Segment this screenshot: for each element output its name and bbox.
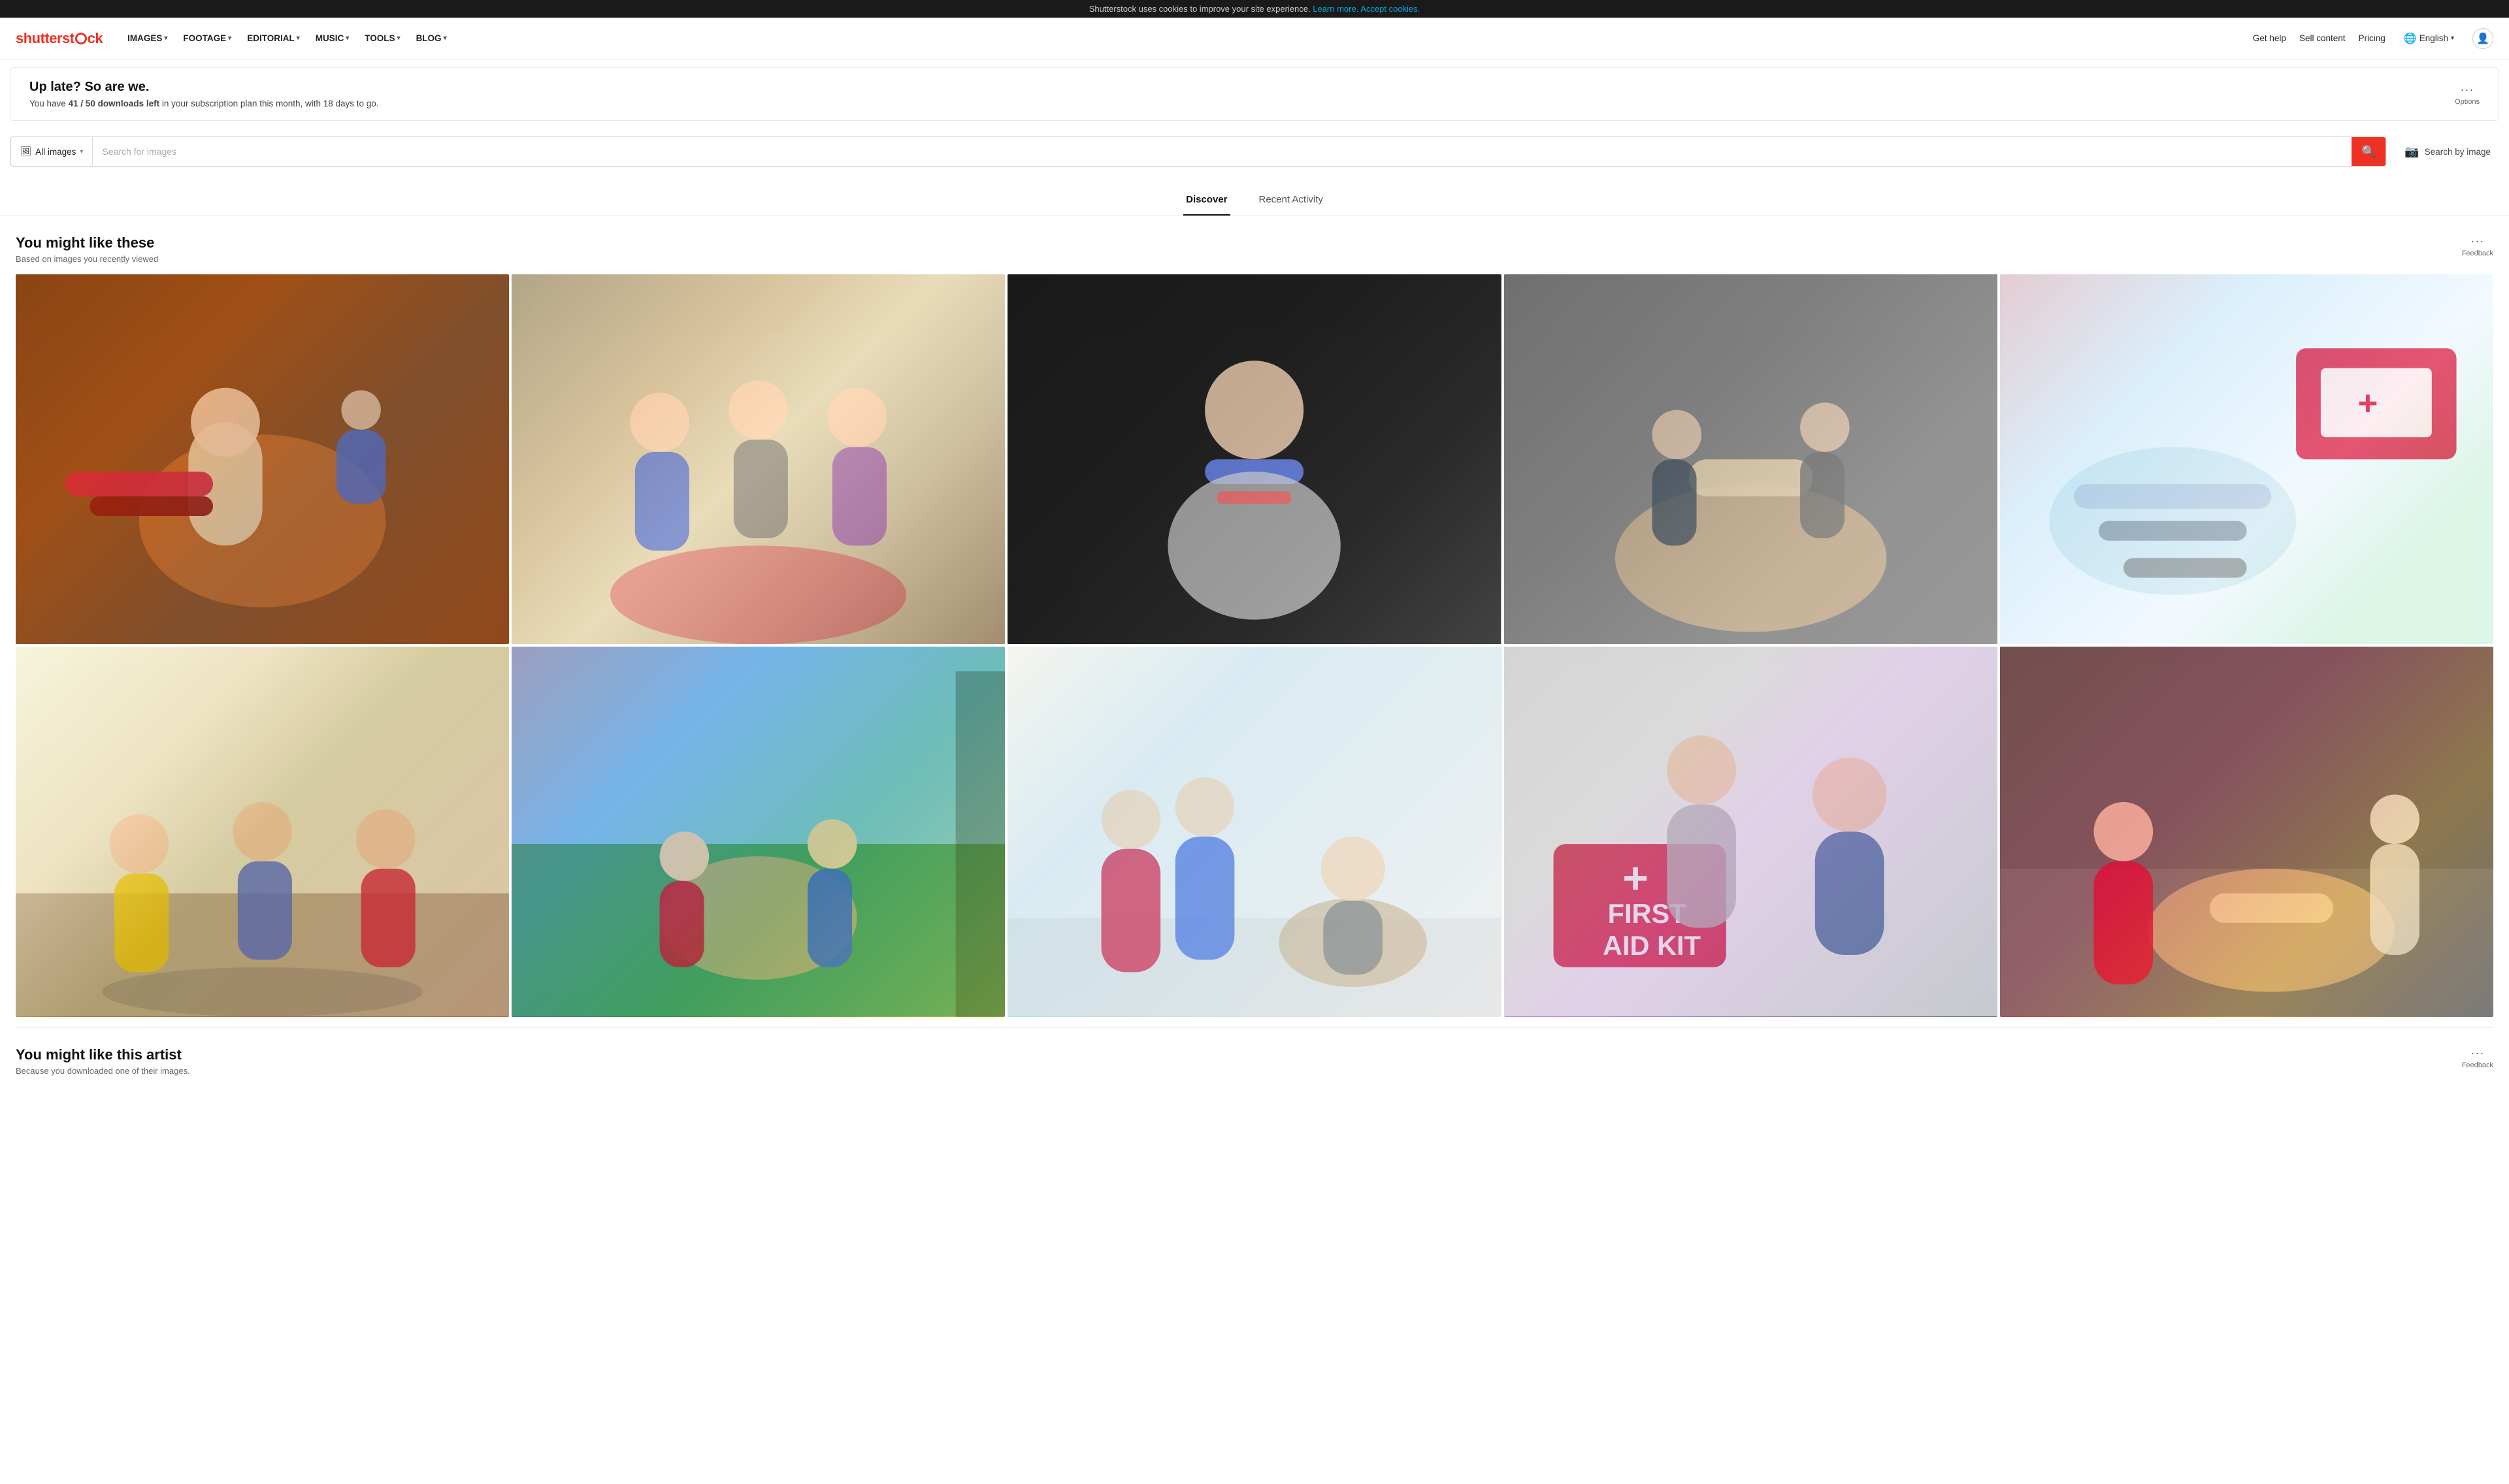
globe-icon: 🌐	[2404, 32, 2417, 45]
editorial-chevron-icon: ▾	[297, 35, 300, 42]
cookie-text: Shutterstock uses cookies to improve you…	[1089, 4, 1311, 14]
learn-more-link[interactable]: Learn more.	[1313, 4, 1358, 14]
section1-header: You might like these Based on images you…	[16, 234, 2493, 264]
feedback-dots-icon: ···	[2470, 234, 2484, 248]
search-section: 🖼 All images ▾ 🔍 📷 Search by image	[0, 129, 2509, 172]
accept-cookies-link[interactable]: Accept cookies.	[1360, 4, 1420, 14]
svg-text:AID KIT: AID KIT	[1603, 930, 1701, 961]
recommendation-image-2[interactable]	[512, 274, 1005, 644]
section1-title: You might like these	[16, 234, 158, 251]
nav-music[interactable]: MUSIC ▾	[309, 28, 356, 48]
get-help-link[interactable]: Get help	[2253, 33, 2286, 43]
user-icon: 👤	[2476, 32, 2489, 45]
section2-title: You might like this artist	[16, 1046, 190, 1063]
nav-blog[interactable]: BLOG ▾	[410, 28, 453, 48]
pricing-link[interactable]: Pricing	[2359, 33, 2386, 43]
section2-feedback-button[interactable]: ··· Feedback	[2462, 1046, 2493, 1069]
recommendation-image-1[interactable]	[16, 274, 509, 644]
section2-title-group: You might like this artist Because you d…	[16, 1046, 190, 1076]
search-bar: 🖼 All images ▾ 🔍	[10, 137, 2386, 167]
logo-text: shutterstck	[16, 30, 103, 47]
notification-bar: Up late? So are we. You have 41 / 50 dow…	[10, 67, 2499, 121]
recommendation-image-6[interactable]	[16, 647, 509, 1016]
sell-content-link[interactable]: Sell content	[2299, 33, 2346, 43]
options-button[interactable]: ··· Options	[2455, 83, 2480, 106]
search-icon: 🔍	[2361, 145, 2376, 159]
search-type-label: All images	[35, 147, 76, 157]
image-filter-icon: 🖼	[20, 146, 31, 157]
notification-content: Up late? So are we. You have 41 / 50 dow…	[29, 80, 379, 108]
camera-icon: 📷	[2404, 145, 2419, 159]
section2-subtitle: Because you downloaded one of their imag…	[16, 1066, 190, 1076]
image-grid-row1: +	[16, 274, 2493, 644]
language-label: English	[2419, 33, 2448, 43]
logo-o-icon	[75, 33, 87, 44]
recommendation-image-5[interactable]: +	[2000, 274, 2493, 644]
tab-discover[interactable]: Discover	[1183, 187, 1230, 216]
recommendation-image-3[interactable]	[1008, 274, 1501, 644]
nav-editorial[interactable]: EDITORIAL ▾	[240, 28, 306, 48]
footage-chevron-icon: ▾	[228, 35, 231, 42]
section1-feedback-button[interactable]: ··· Feedback	[2462, 234, 2493, 257]
notification-title: Up late? So are we.	[29, 80, 379, 95]
header-right: Get help Sell content Pricing 🌐 English …	[2253, 28, 2493, 49]
blog-chevron-icon: ▾	[444, 35, 447, 42]
options-dots-icon: ···	[2461, 83, 2474, 97]
nav-images[interactable]: IMAGES ▾	[121, 28, 174, 48]
nav-footage[interactable]: FOOTAGE ▾	[176, 28, 238, 48]
header: shutterstck IMAGES ▾ FOOTAGE ▾ EDITORIAL…	[0, 18, 2509, 59]
main-nav: IMAGES ▾ FOOTAGE ▾ EDITORIAL ▾ MUSIC ▾ T…	[121, 28, 2253, 48]
search-by-image-label: Search by image	[2425, 147, 2491, 157]
language-chevron-icon: ▾	[2451, 35, 2454, 42]
nav-tools[interactable]: TOOLS ▾	[358, 28, 406, 48]
section1-feedback-label: Feedback	[2462, 250, 2493, 257]
user-avatar[interactable]: 👤	[2472, 28, 2493, 49]
svg-text:+: +	[2357, 384, 2378, 423]
options-label: Options	[2455, 98, 2480, 106]
notification-text: You have 41 / 50 downloads left in your …	[29, 99, 379, 108]
content-tabs: Discover Recent Activity	[0, 177, 2509, 216]
tab-recent-activity[interactable]: Recent Activity	[1256, 187, 1326, 216]
search-input[interactable]	[93, 146, 2352, 157]
svg-text:+: +	[1622, 854, 1648, 903]
logo[interactable]: shutterstck	[16, 30, 103, 47]
images-chevron-icon: ▾	[164, 35, 167, 42]
section2-header: You might like this artist Because you d…	[16, 1046, 2493, 1076]
section1-title-group: You might like these Based on images you…	[16, 234, 158, 264]
section1-subtitle: Based on images you recently viewed	[16, 254, 158, 264]
tools-chevron-icon: ▾	[397, 35, 401, 42]
recommendations-section: You might like these Based on images you…	[0, 216, 2509, 1027]
search-by-image-button[interactable]: 📷 Search by image	[2397, 140, 2499, 164]
section2-feedback-label: Feedback	[2462, 1061, 2493, 1069]
recommendation-image-9[interactable]: FIRST AID KIT +	[1504, 647, 1997, 1016]
search-type-selector[interactable]: 🖼 All images ▾	[11, 137, 93, 166]
recommendation-image-10[interactable]	[2000, 647, 2493, 1016]
music-chevron-icon: ▾	[346, 35, 349, 42]
search-button[interactable]: 🔍	[2352, 137, 2386, 167]
search-type-chevron-icon: ▾	[80, 148, 83, 155]
recommendation-image-4[interactable]	[1504, 274, 1997, 644]
image-grid-row2: FIRST AID KIT +	[16, 647, 2493, 1016]
recommendation-image-8[interactable]	[1008, 647, 1501, 1016]
artist-section: You might like this artist Because you d…	[0, 1028, 2509, 1097]
language-selector[interactable]: 🌐 English ▾	[2399, 29, 2459, 48]
section2-feedback-dots-icon: ···	[2470, 1046, 2484, 1060]
cookie-banner: Shutterstock uses cookies to improve you…	[0, 0, 2509, 18]
recommendation-image-7[interactable]	[512, 647, 1005, 1016]
downloads-count: 41 / 50 downloads left	[69, 99, 160, 108]
